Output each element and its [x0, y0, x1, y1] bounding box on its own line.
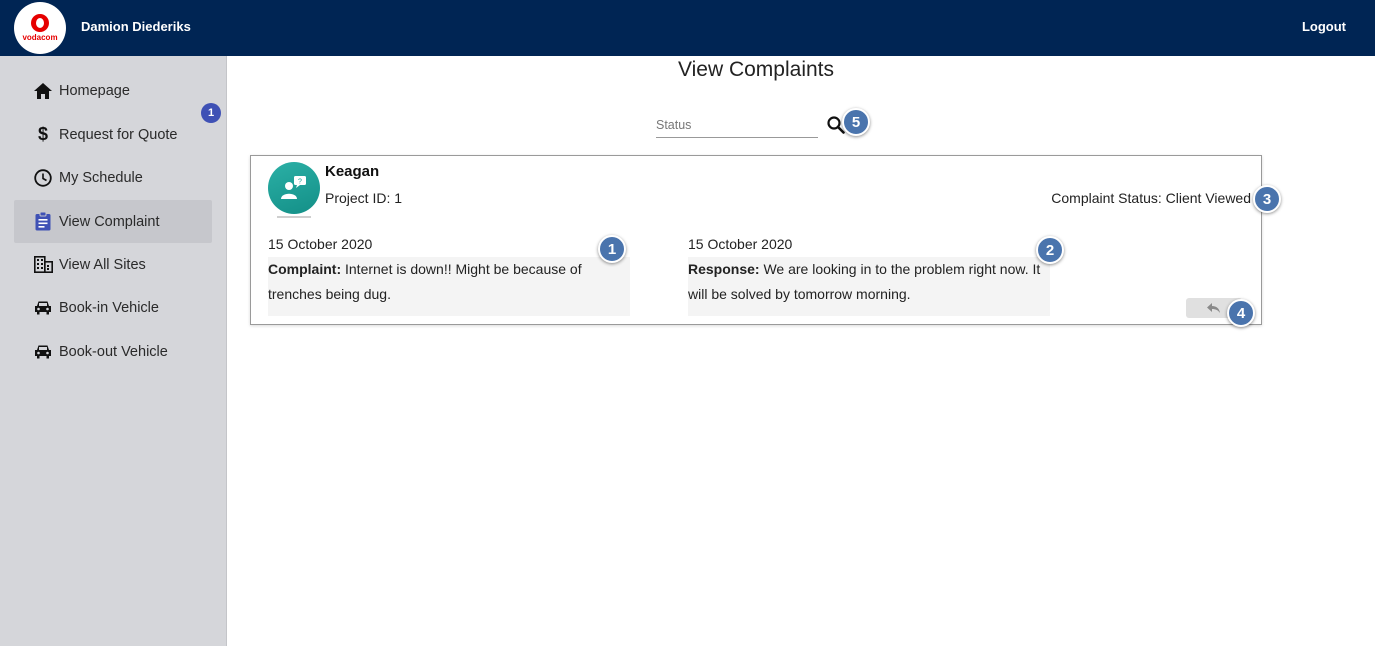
logo-text: vodacom [22, 33, 58, 42]
sidebar-item-label: View All Sites [59, 256, 146, 273]
sidebar-item-label: View Complaint [59, 213, 160, 230]
sidebar-item-homepage[interactable]: Homepage [14, 69, 212, 112]
car-icon [33, 342, 53, 362]
status-search-input[interactable] [656, 112, 818, 138]
callout-marker: 1 [598, 235, 626, 263]
svg-text:?: ? [298, 178, 302, 185]
response-label: Response: [688, 261, 760, 277]
clipboard-icon [33, 212, 53, 232]
sidebar-item-view-complaint[interactable]: View Complaint [14, 200, 212, 243]
sidebar-item-request-for-quote[interactable]: $ Request for Quote [14, 113, 212, 156]
sidebar-item-label: Homepage [59, 82, 130, 99]
sidebar-item-label: Book-out Vehicle [59, 343, 168, 360]
dollar-icon: $ [37, 124, 48, 144]
clock-icon [33, 168, 53, 188]
callout-marker: 2 [1036, 236, 1064, 264]
callout-marker: 3 [1253, 185, 1281, 213]
complaint-status: Complaint Status: Client Viewed [1051, 190, 1251, 206]
sidebar-item-book-out-vehicle[interactable]: Book-out Vehicle [14, 330, 212, 373]
response-date: 15 October 2020 [688, 236, 793, 252]
page-title: View Complaints [677, 58, 834, 81]
sidebar: Homepage $ Request for Quote My Schedule… [0, 56, 227, 646]
callout-marker: 4 [1227, 299, 1255, 327]
car-icon [33, 298, 53, 318]
building-icon [33, 255, 53, 275]
client-avatar: ? [268, 162, 320, 214]
notification-badge: 1 [201, 103, 221, 123]
avatar-caption [277, 216, 311, 218]
vodacom-speechmark-icon [31, 14, 49, 32]
sidebar-item-label: Book-in Vehicle [59, 299, 159, 316]
sidebar-item-book-in-vehicle[interactable]: Book-in Vehicle [14, 286, 212, 329]
user-name: Damion Diederiks [81, 19, 191, 34]
project-id: Project ID: 1 [325, 190, 403, 206]
reply-icon [1207, 303, 1220, 313]
response-message: Response: We are looking in to the probl… [688, 257, 1050, 316]
support-chat-icon: ? [281, 176, 306, 199]
complaint-card: ? Keagan Project ID: 1 Complaint Status:… [250, 155, 1262, 325]
complaint-date: 15 October 2020 [268, 236, 373, 252]
sidebar-item-label: My Schedule [59, 169, 143, 186]
sidebar-item-my-schedule[interactable]: My Schedule [14, 156, 212, 199]
complaint-message: Complaint: Internet is down!! Might be b… [268, 257, 630, 316]
top-bar: vodacom Damion Diederiks Logout [0, 0, 1375, 56]
vodacom-logo: vodacom [14, 2, 66, 54]
logout-button[interactable]: Logout [1302, 19, 1346, 34]
sidebar-item-label: Request for Quote [59, 126, 178, 143]
client-name: Keagan [325, 163, 380, 180]
sidebar-item-view-all-sites[interactable]: View All Sites [14, 243, 212, 286]
callout-marker: 5 [842, 108, 870, 136]
home-icon [33, 81, 53, 101]
complaint-label: Complaint: [268, 261, 342, 277]
